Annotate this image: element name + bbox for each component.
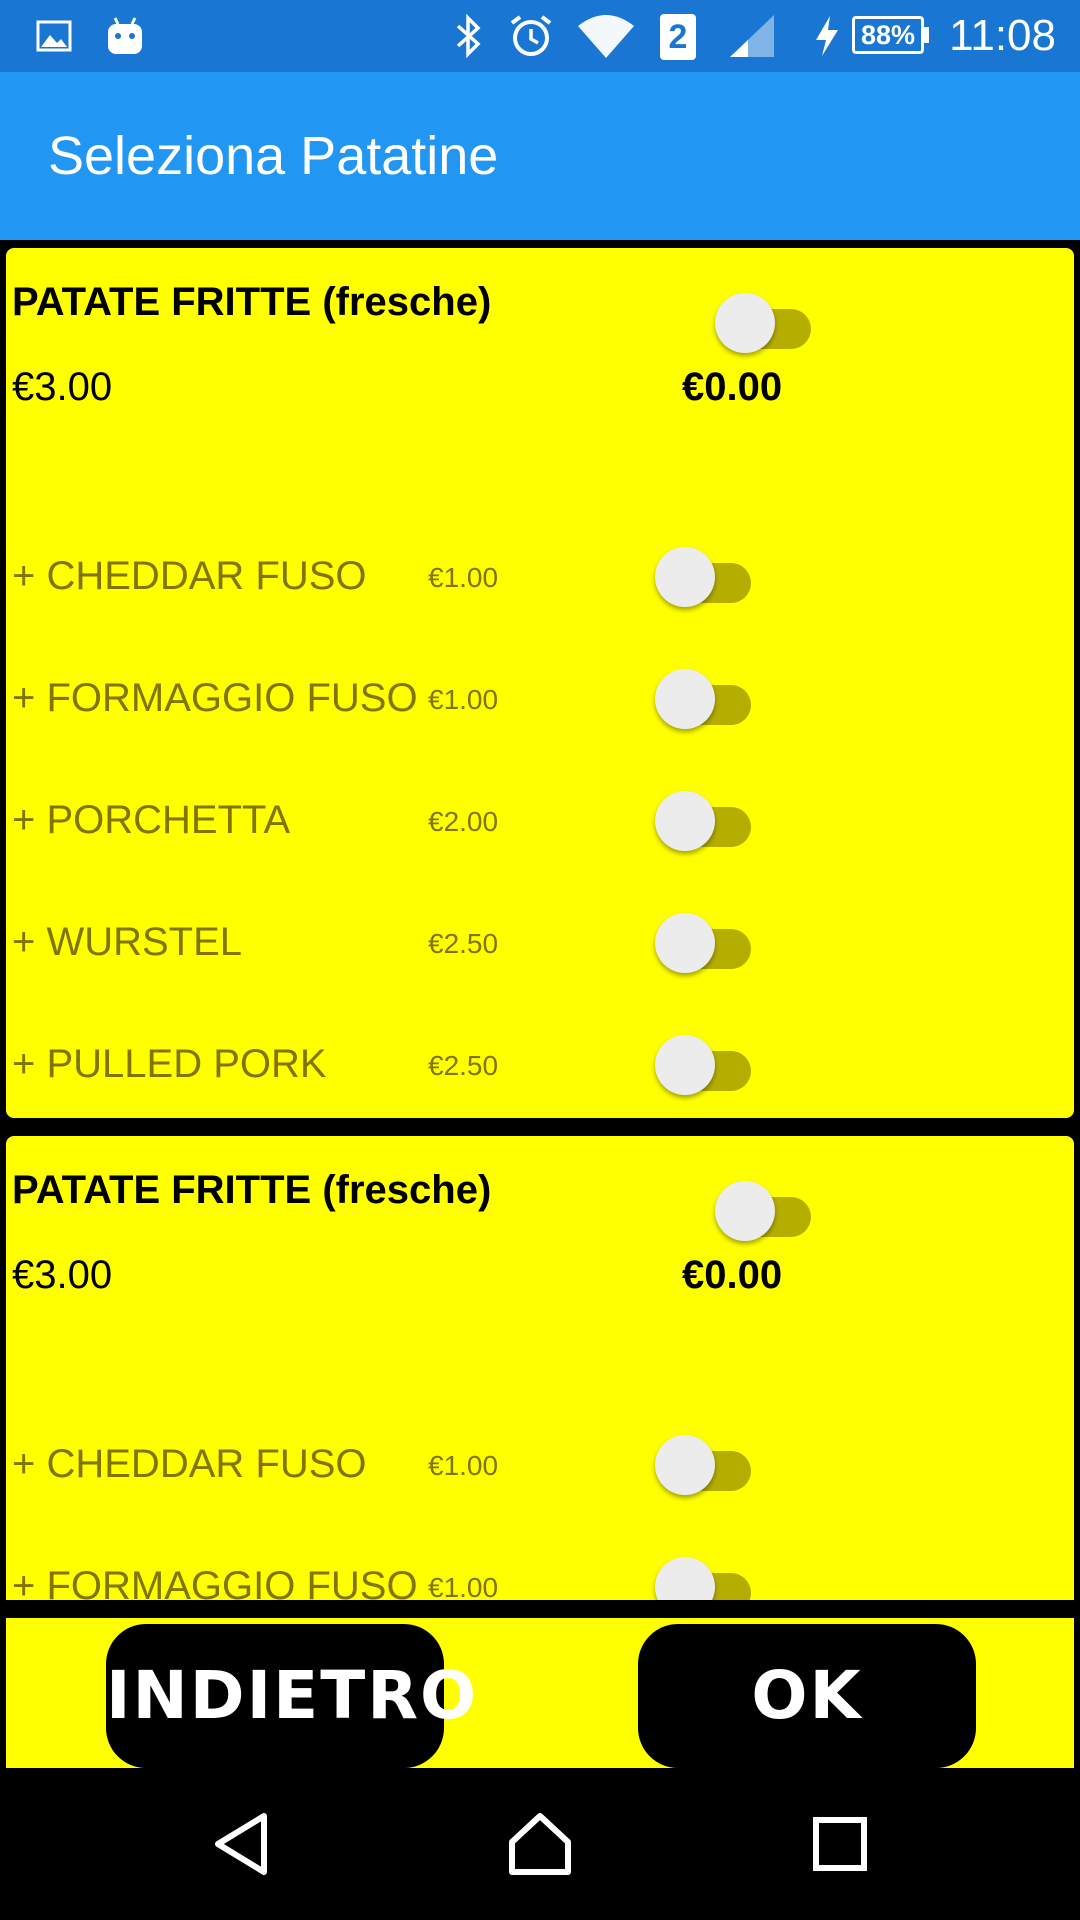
- addon-price: €2.50: [428, 928, 499, 959]
- action-bar: INDIETRO OK: [6, 1618, 1074, 1768]
- recents-nav-icon[interactable]: [760, 1768, 920, 1920]
- product-list[interactable]: PATATE FRITTE (fresche) €3.00 €0.00 + CH…: [0, 240, 1080, 1600]
- android-icon: [106, 0, 144, 72]
- product-toggle[interactable]: [715, 1181, 811, 1241]
- battery-tip: [924, 27, 929, 43]
- back-nav-icon[interactable]: [162, 1768, 322, 1920]
- product-card: PATATE FRITTE (fresche) €3.00 €0.00 + CH…: [6, 248, 1074, 1118]
- addon-toggle[interactable]: [655, 1557, 751, 1600]
- signal-icon: [728, 0, 776, 72]
- addon-price: €2.00: [428, 806, 499, 837]
- addon-toggle[interactable]: [655, 1435, 751, 1495]
- product-title: PATATE FRITTE (fresche): [12, 1168, 492, 1212]
- addon-toggle[interactable]: [655, 791, 751, 851]
- navigation-bar: [0, 1768, 1080, 1920]
- product-price: €3.00: [12, 365, 113, 409]
- home-nav-icon[interactable]: [460, 1768, 620, 1920]
- app-bar: Seleziona Patatine: [0, 72, 1080, 240]
- clock: 11:08: [949, 11, 1056, 60]
- addon-name: + CHEDDAR FUSO: [12, 554, 367, 598]
- image-icon: [36, 0, 72, 72]
- product-toggle[interactable]: [715, 293, 811, 353]
- addon-toggle[interactable]: [655, 547, 751, 607]
- wifi-icon: [576, 0, 636, 72]
- alarm-icon: [508, 0, 554, 72]
- ok-button[interactable]: OK: [638, 1624, 976, 1768]
- charging-icon: [814, 0, 840, 72]
- product-total: €0.00: [682, 365, 783, 409]
- addon-name: + FORMAGGIO FUSO: [12, 676, 418, 720]
- bluetooth-icon: [454, 0, 484, 72]
- addon-toggle[interactable]: [655, 913, 751, 973]
- addon-price: €2.50: [428, 1050, 499, 1081]
- back-button[interactable]: INDIETRO: [106, 1624, 476, 1768]
- product-card: PATATE FRITTE (fresche) €3.00 €0.00 + CH…: [6, 1136, 1074, 1600]
- status-bar: 2 88% 11:08: [0, 0, 1080, 72]
- addon-toggle[interactable]: [655, 669, 751, 729]
- addon-name: + WURSTEL: [12, 920, 243, 964]
- addon-price: €1.00: [428, 1572, 499, 1600]
- page-title: Seleziona Patatine: [48, 126, 499, 186]
- addon-name: + PORCHETTA: [12, 798, 291, 842]
- addon-price: €1.00: [428, 562, 499, 593]
- addon-name: + FORMAGGIO FUSO: [12, 1564, 418, 1600]
- product-price: €3.00: [12, 1253, 113, 1297]
- addon-price: €1.00: [428, 1450, 499, 1481]
- product-title: PATATE FRITTE (fresche): [12, 280, 492, 324]
- sim-2-icon: 2: [660, 14, 696, 60]
- addon-price: €1.00: [428, 684, 499, 715]
- product-total: €0.00: [682, 1253, 783, 1297]
- battery-indicator: 88%: [852, 16, 924, 54]
- addon-name: + CHEDDAR FUSO: [12, 1442, 367, 1486]
- addon-name: + PULLED PORK: [12, 1042, 327, 1086]
- addon-toggle[interactable]: [655, 1035, 751, 1095]
